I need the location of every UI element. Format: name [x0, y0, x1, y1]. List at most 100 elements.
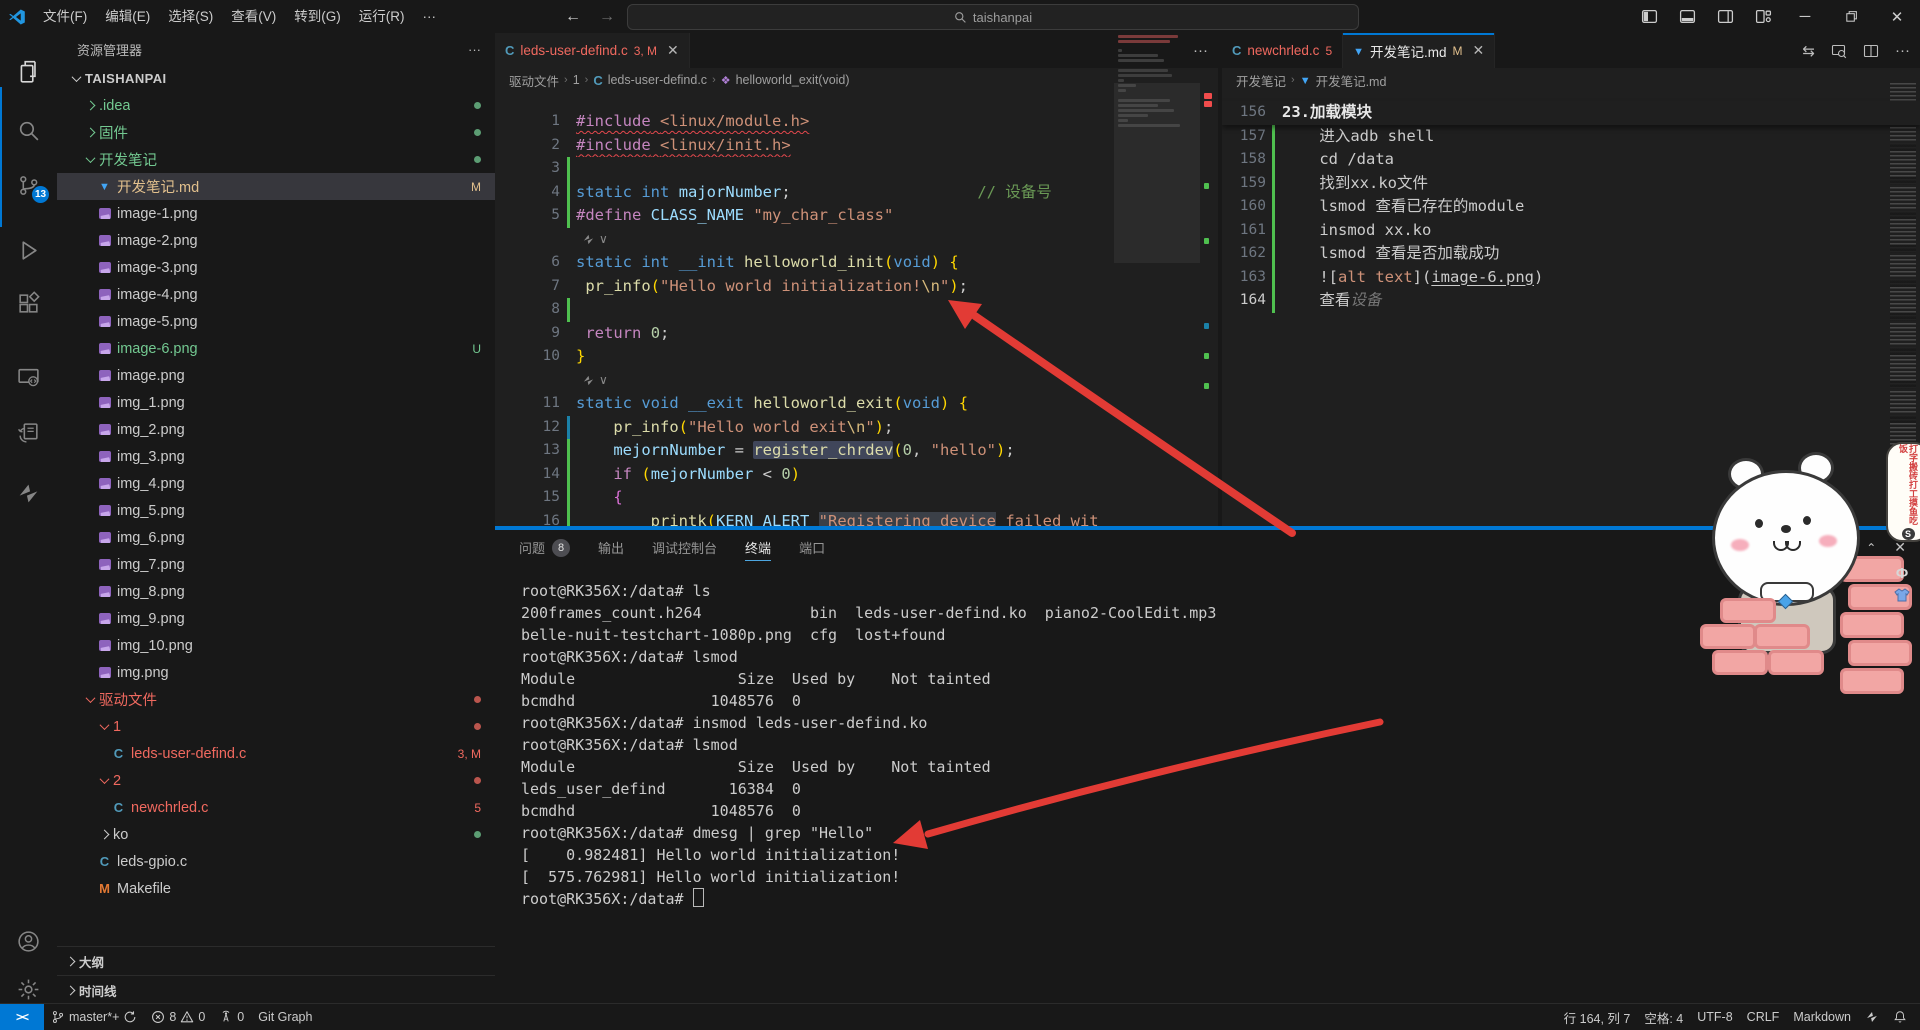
nav-forward-icon[interactable]: →: [599, 8, 615, 26]
code-line[interactable]: 10}: [495, 345, 1218, 369]
tree-item[interactable]: img_3.png: [57, 443, 495, 470]
tree-item[interactable]: 驱动文件: [57, 686, 495, 713]
terminal-layout-icon[interactable]: ∨: [1775, 540, 1800, 555]
tree-item[interactable]: img_4.png: [57, 470, 495, 497]
tab-newchrled.c[interactable]: Cnewchrled.c5: [1222, 33, 1343, 68]
section-大纲[interactable]: 大纲: [57, 946, 495, 975]
panel-resize-sash[interactable]: [495, 526, 1920, 530]
tree-item[interactable]: img_1.png: [57, 389, 495, 416]
tree-item[interactable]: img_8.png: [57, 578, 495, 605]
code-line[interactable]: 11static void __exit helloworld_exit(voi…: [495, 392, 1218, 416]
status-item-right-5[interactable]: [1858, 1004, 1886, 1030]
markdown-editor-right[interactable]: 15623.加载模块157 进入adb shell158 cd /data159…: [1222, 92, 1920, 313]
tree-item[interactable]: Cleds-gpio.c: [57, 848, 495, 875]
menu-查看(V)[interactable]: 查看(V): [222, 6, 285, 28]
status-item-right-2[interactable]: UTF-8: [1690, 1004, 1739, 1030]
activity-lingma-icon[interactable]: [0, 473, 57, 513]
codelens-row[interactable]: ∨: [495, 228, 1218, 252]
code-line[interactable]: 159 找到xx.ko文件: [1222, 172, 1920, 196]
tree-item[interactable]: img.png: [57, 659, 495, 686]
section-时间线[interactable]: 时间线: [57, 975, 495, 1004]
status-item-left-2[interactable]: 0: [212, 1004, 251, 1030]
status-item-left-0[interactable]: master*+: [44, 1004, 144, 1030]
menu-编辑(E)[interactable]: 编辑(E): [96, 6, 159, 28]
panel-tab-问题[interactable]: 问题8: [519, 530, 570, 565]
tree-item[interactable]: ▼开发笔记.mdM: [57, 173, 495, 200]
tree-item[interactable]: img_5.png: [57, 497, 495, 524]
tree-item[interactable]: image-4.png: [57, 281, 495, 308]
tab-leds-user-defind.c[interactable]: Cleds-user-defind.c3, M✕: [495, 33, 690, 68]
close-tab-icon[interactable]: ✕: [1473, 42, 1485, 59]
nav-back-icon[interactable]: ←: [565, 8, 581, 26]
activity-explorer-icon[interactable]: [0, 52, 57, 92]
status-item-right-3[interactable]: CRLF: [1740, 1004, 1787, 1030]
close-tab-icon[interactable]: ✕: [667, 42, 679, 59]
code-line[interactable]: 161 insmod xx.ko: [1222, 219, 1920, 243]
tree-item[interactable]: image.png: [57, 362, 495, 389]
code-line[interactable]: 15 {: [495, 486, 1218, 510]
tree-item[interactable]: 2: [57, 767, 495, 794]
code-line[interactable]: 164 查看设备: [1222, 289, 1920, 313]
code-line[interactable]: 3: [495, 157, 1218, 181]
tree-item[interactable]: img_9.png: [57, 605, 495, 632]
panel-tab-终端[interactable]: 终端: [745, 530, 771, 565]
menu-文件(F)[interactable]: 文件(F): [34, 6, 96, 28]
tree-item[interactable]: 1: [57, 713, 495, 740]
status-item-left-3[interactable]: Git Graph: [251, 1004, 319, 1030]
panel-tab-调试控制台[interactable]: 调试控制台: [652, 530, 717, 565]
minimap-slider[interactable]: [1114, 83, 1200, 263]
status-item-left-1[interactable]: 80: [144, 1004, 212, 1030]
activity-source-control-icon[interactable]: 13: [0, 165, 57, 205]
remote-indicator[interactable]: ><: [0, 1004, 44, 1030]
code-line[interactable]: 162 lsmod 查看是否加载成功: [1222, 242, 1920, 266]
code-line[interactable]: 1#include <linux/module.h>: [495, 110, 1218, 134]
activity-remote-explorer-icon[interactable]: [0, 357, 57, 397]
tree-item[interactable]: img_2.png: [57, 416, 495, 443]
code-line[interactable]: 2#include <linux/init.h>: [495, 134, 1218, 158]
code-line[interactable]: 160 lsmod 查看已存在的module: [1222, 195, 1920, 219]
tree-item[interactable]: image-3.png: [57, 254, 495, 281]
code-editor-left[interactable]: 1#include <linux/module.h>2#include <lin…: [495, 92, 1218, 530]
code-line[interactable]: 13 mejornNumber = register_chrdev(0, "he…: [495, 439, 1218, 463]
status-item-right-4[interactable]: Markdown: [1786, 1004, 1858, 1030]
tree-item[interactable]: .idea: [57, 92, 495, 119]
tree-item[interactable]: Cnewchrled.c5: [57, 794, 495, 821]
code-line[interactable]: 157 进入adb shell: [1222, 125, 1920, 149]
tree-item[interactable]: image-5.png: [57, 308, 495, 335]
code-line[interactable]: 158 cd /data: [1222, 148, 1920, 172]
activity-search-icon[interactable]: [0, 110, 57, 150]
compare-changes-icon[interactable]: ⇆: [1802, 42, 1815, 60]
code-line[interactable]: 8: [495, 298, 1218, 322]
tree-item[interactable]: img_10.png: [57, 632, 495, 659]
explorer-more-icon[interactable]: ···: [468, 42, 481, 57]
code-line[interactable]: 5#define CLASS_NAME "my_char_class": [495, 204, 1218, 228]
toggle-secondary-sidebar-icon[interactable]: [1706, 0, 1744, 33]
tree-root[interactable]: TAISHANPAI: [57, 65, 495, 92]
menu-选择(S)[interactable]: 选择(S): [159, 6, 222, 28]
panel-maximize-icon[interactable]: ⌃: [1866, 541, 1876, 555]
menu-运行(R)[interactable]: 运行(R): [350, 6, 414, 28]
status-item-right-0[interactable]: 行 164, 列 7: [1557, 1004, 1638, 1030]
breadcrumb[interactable]: 开发笔记›▼开发笔记.md: [1222, 68, 1920, 92]
status-item-right-6[interactable]: [1886, 1004, 1914, 1030]
code-line[interactable]: 14 if (mejorNumber < 0): [495, 463, 1218, 487]
toggle-sidebar-icon[interactable]: [1630, 0, 1668, 33]
status-item-right-1[interactable]: 空格: 4: [1637, 1004, 1690, 1030]
open-preview-icon[interactable]: [1831, 43, 1847, 59]
code-line[interactable]: 12 pr_info("Hello world exit\n");: [495, 416, 1218, 440]
tab-开发笔记.md[interactable]: ▼开发笔记.mdM✕: [1343, 33, 1495, 68]
code-line[interactable]: 163 ![alt text](image-6.png): [1222, 266, 1920, 290]
activity-run-debug-icon[interactable]: [0, 230, 57, 270]
codelens-row[interactable]: ∨: [495, 369, 1218, 393]
breadcrumb[interactable]: 驱动文件›1›Cleds-user-defind.c›❖helloworld_e…: [495, 68, 1218, 92]
tree-item[interactable]: img_7.png: [57, 551, 495, 578]
panel-tab-端口[interactable]: 端口: [799, 530, 825, 565]
tree-item[interactable]: MMakefile: [57, 875, 495, 902]
tree-item[interactable]: image-2.png: [57, 227, 495, 254]
panel-tab-输出[interactable]: 输出: [598, 530, 624, 565]
terminal-output[interactable]: root@RK356X:/data# ls200frames_count.h26…: [521, 580, 1216, 910]
window-restore-button[interactable]: [1828, 0, 1874, 33]
window-minimize-button[interactable]: ─: [1782, 0, 1828, 33]
tree-item[interactable]: 开发笔记: [57, 146, 495, 173]
code-line[interactable]: 4static int majorNumber; // 设备号: [495, 181, 1218, 205]
